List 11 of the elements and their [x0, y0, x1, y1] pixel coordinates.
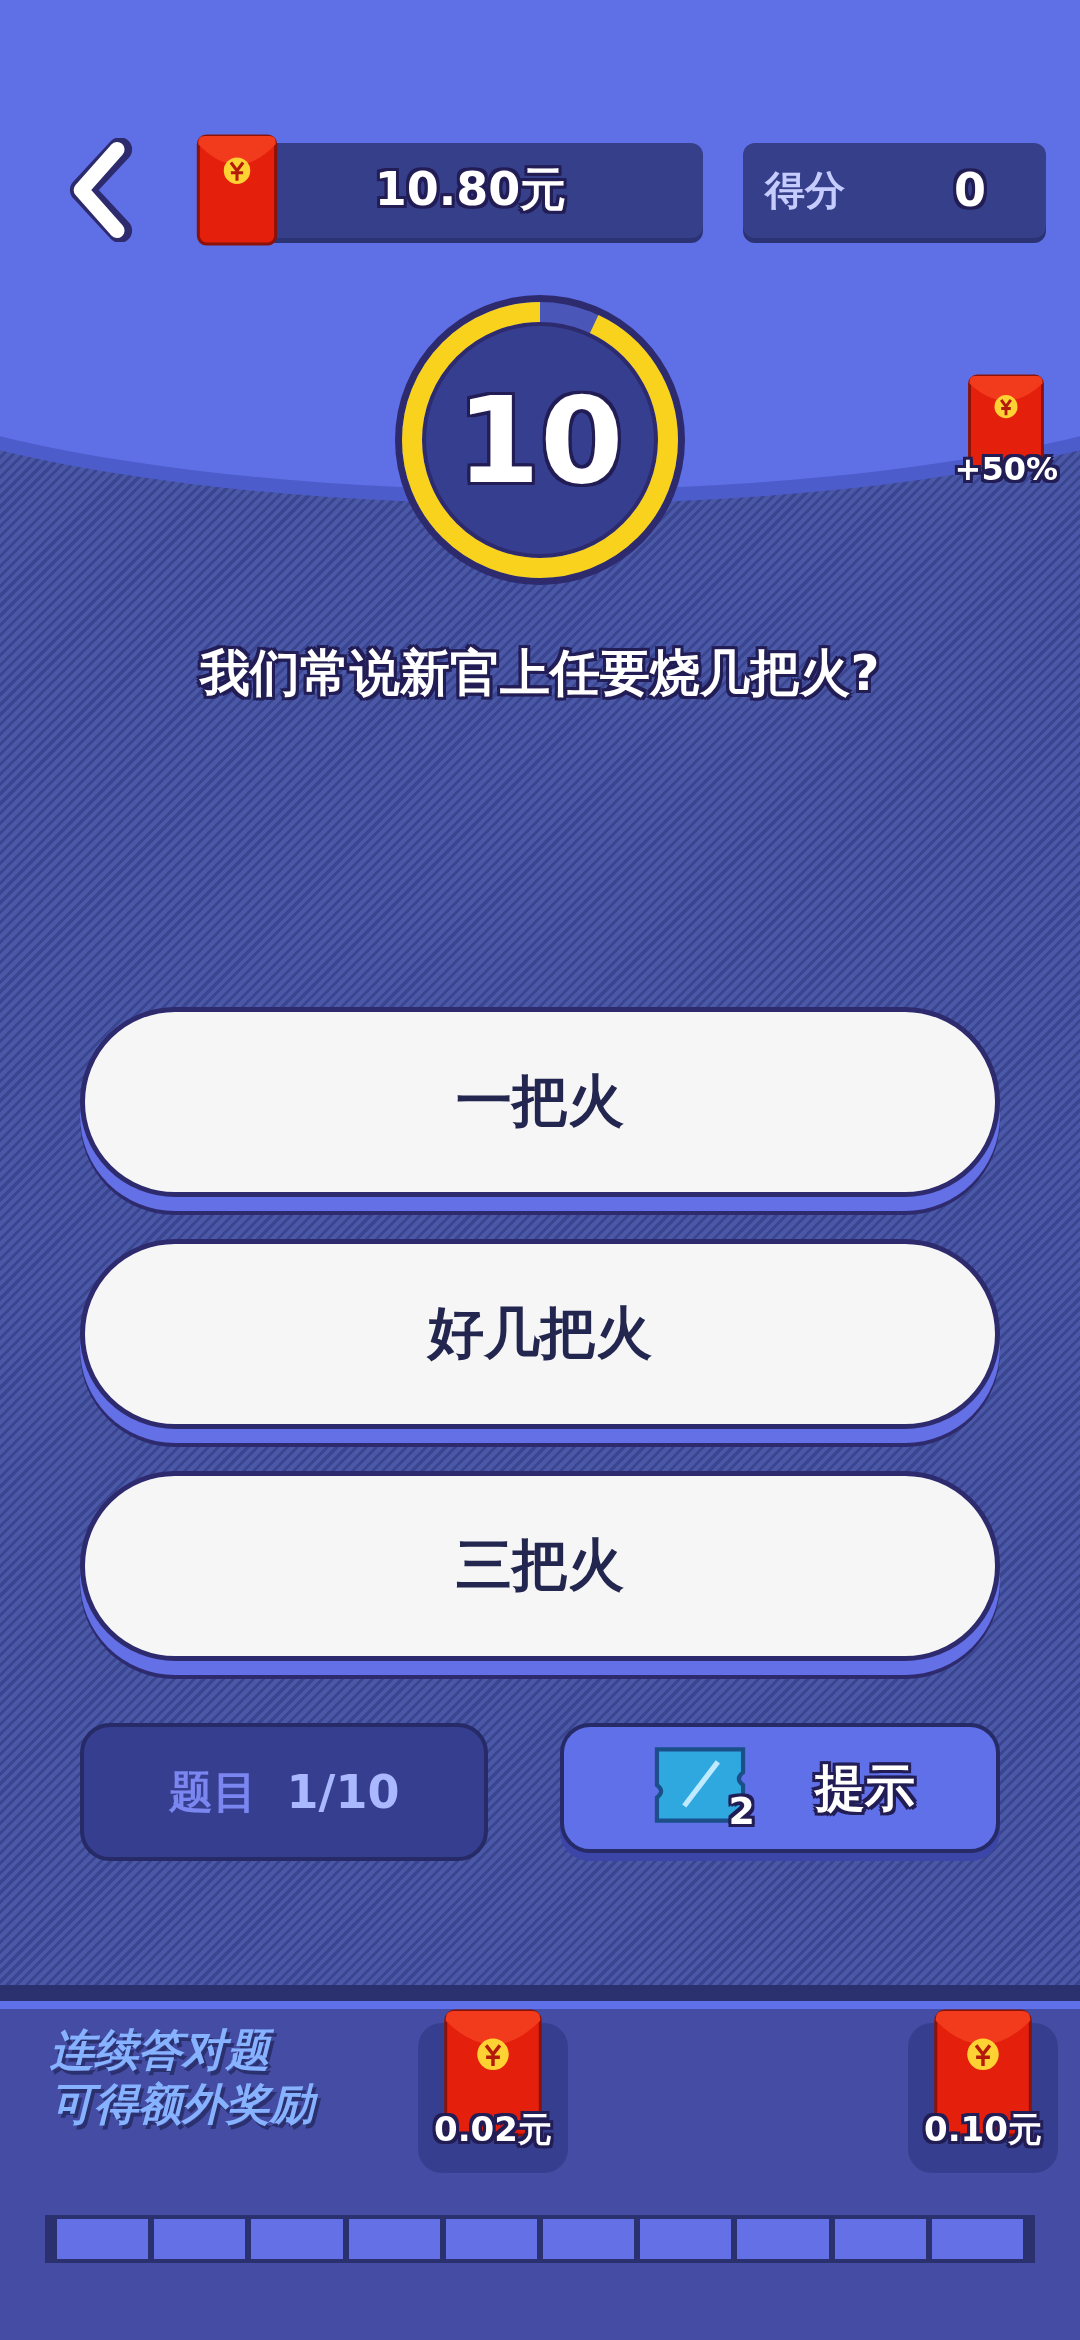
streak-title: 可得额外奖励	[50, 2077, 380, 2131]
back-icon[interactable]	[68, 138, 134, 242]
question-text: 我们常说新官上任要烧几把火?	[200, 643, 880, 704]
score-value: 0	[954, 163, 986, 217]
score-label: 得分	[765, 165, 845, 215]
balance-amount: 10.80元	[373, 161, 568, 218]
envelope-icon	[196, 134, 278, 246]
streak-title: 连续答对题	[50, 2023, 380, 2077]
counter-label: 题目	[168, 1764, 257, 1819]
counter-value: 1/10	[286, 1765, 400, 1819]
countdown-number: 10	[456, 370, 624, 510]
